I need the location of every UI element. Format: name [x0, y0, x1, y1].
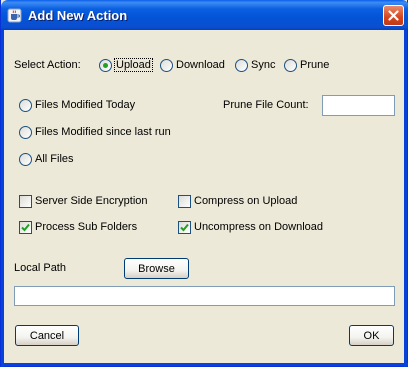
local-path-label: Local Path	[14, 262, 66, 274]
local-path-input[interactable]	[14, 286, 395, 306]
files-modified-since-last-run-label[interactable]: Files Modified since last run	[35, 126, 171, 138]
process-sub-folders-label[interactable]: Process Sub Folders	[35, 221, 137, 233]
ok-button[interactable]: OK	[349, 325, 394, 346]
prune-radio[interactable]	[284, 59, 297, 72]
close-icon	[388, 10, 399, 21]
prune-file-count-label: Prune File Count:	[223, 99, 309, 111]
compress-on-upload-label[interactable]: Compress on Upload	[194, 195, 297, 207]
all-files-radio[interactable]	[19, 153, 32, 166]
upload-radio[interactable]	[99, 59, 112, 72]
browse-button[interactable]: Browse	[124, 258, 189, 279]
files-modified-since-last-run-radio[interactable]	[19, 126, 32, 139]
select-action-label: Select Action:	[14, 59, 81, 71]
window-frame-left	[1, 30, 4, 367]
prune-radio-label[interactable]: Prune	[300, 59, 329, 71]
checkmark-icon	[21, 223, 30, 232]
window-frame-bottom	[1, 363, 408, 366]
uncompress-on-download-checkbox[interactable]	[178, 221, 191, 234]
process-sub-folders-checkbox[interactable]	[19, 221, 32, 234]
server-side-encryption-label[interactable]: Server Side Encryption	[35, 195, 148, 207]
compress-on-upload-checkbox[interactable]	[178, 195, 191, 208]
sync-radio[interactable]	[235, 59, 248, 72]
upload-radio-focus: Upload	[114, 58, 153, 72]
all-files-label[interactable]: All Files	[35, 153, 74, 165]
title-bar[interactable]: Add New Action	[1, 0, 408, 30]
window-title: Add New Action	[28, 8, 128, 23]
close-button[interactable]	[383, 5, 404, 26]
upload-radio-label[interactable]: Upload	[116, 59, 151, 71]
download-radio[interactable]	[160, 59, 173, 72]
files-modified-today-label[interactable]: Files Modified Today	[35, 99, 135, 111]
checkmark-icon	[180, 223, 189, 232]
java-cup-icon	[7, 8, 22, 23]
prune-file-count-input[interactable]	[322, 95, 395, 116]
uncompress-on-download-label[interactable]: Uncompress on Download	[194, 221, 323, 233]
files-modified-today-radio[interactable]	[19, 99, 32, 112]
add-new-action-dialog: Add New Action Select Action: Upload Dow…	[0, 0, 408, 367]
sync-radio-label[interactable]: Sync	[251, 59, 275, 71]
cancel-button[interactable]: Cancel	[15, 325, 79, 346]
window-frame-right	[404, 30, 407, 367]
download-radio-label[interactable]: Download	[176, 59, 225, 71]
server-side-encryption-checkbox[interactable]	[19, 195, 32, 208]
